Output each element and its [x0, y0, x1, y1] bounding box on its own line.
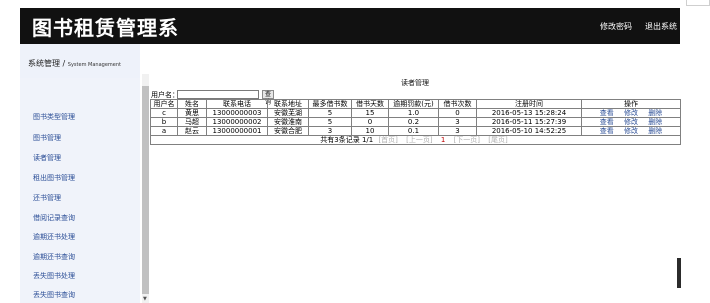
cell-max-books: 5 [308, 108, 352, 118]
column-header: 逾期罚款(元) [388, 99, 439, 109]
cell-max-books: 5 [308, 117, 352, 127]
sidebar-scrollbar[interactable]: ▼ [142, 74, 149, 303]
column-header: 操作 [581, 99, 681, 109]
column-header: 姓名 [177, 99, 207, 109]
cell-days: 15 [351, 108, 389, 118]
pager-row: 共有3条记录 1/1 [首页] [上一页] 1 [下一页] [尾页] [150, 135, 681, 145]
pager: 共有3条记录 1/1 [首页] [上一页] 1 [下一页] [尾页] [150, 135, 681, 145]
cell-reg-time: 2016-05-11 15:27:39 [476, 117, 582, 127]
delete-link[interactable]: 删除 [648, 128, 662, 135]
cell-phone: 13000000003 [206, 108, 268, 118]
cell-days: 10 [351, 126, 389, 136]
cell-count: 3 [438, 117, 477, 127]
system-management-bar: 系统管理 / System Management [20, 44, 140, 78]
app-title: 图书租赁管理系 [32, 16, 179, 40]
system-title-cn: 系统管理 / [28, 59, 66, 68]
column-header: 联系地址 [267, 99, 309, 109]
window-corner-frame [686, 0, 710, 6]
last-page-link[interactable]: [尾页] [488, 137, 507, 144]
scroll-down-icon[interactable]: ▼ [143, 296, 147, 302]
cell-days: 0 [351, 117, 389, 127]
system-title: 系统管理 / System Management [28, 58, 121, 69]
logout-link[interactable]: 退出系统 [645, 21, 677, 32]
table-row: b 马超 13000000002 安徽淮南 5 0 0.2 3 2016-05-… [150, 117, 681, 127]
edit-link[interactable]: 修改 [624, 110, 638, 117]
column-header: 最多借书数 [308, 99, 352, 109]
page-title: 读者管理 [401, 79, 429, 87]
edit-link[interactable]: 修改 [624, 128, 638, 135]
cell-actions: 查看 修改 删除 [581, 117, 681, 127]
system-title-en: System Management [67, 62, 121, 68]
cell-count: 0 [438, 108, 477, 118]
table-row: c 黄思 13000000003 安徽芜湖 5 15 1.0 0 2016-05… [150, 108, 681, 118]
cell-phone: 13000000002 [206, 117, 268, 127]
cell-count: 3 [438, 126, 477, 136]
sidebar-item-rentals[interactable]: 租出图书管理 [33, 173, 75, 183]
sidebar-item-lost-process[interactable]: 丢失图书处理 [33, 271, 75, 281]
sidebar-item-books[interactable]: 图书管理 [33, 133, 61, 143]
cell-address: 安徽合肥 [267, 126, 309, 136]
first-page-link[interactable]: [首页] [378, 137, 397, 144]
delete-link[interactable]: 删除 [648, 110, 662, 117]
cell-name: 黄思 [177, 108, 207, 118]
cell-max-books: 3 [308, 126, 352, 136]
table-row: a 赵云 13000000001 安徽合肥 3 10 0.1 3 2016-05… [150, 126, 681, 136]
sidebar-item-returns[interactable]: 还书管理 [33, 193, 61, 203]
cell-name: 马超 [177, 117, 207, 127]
view-link[interactable]: 查看 [600, 128, 614, 135]
sidebar-item-lost-query[interactable]: 丢失图书查询 [33, 290, 75, 300]
cell-fine: 0.1 [388, 126, 439, 136]
window-edge-marker [677, 258, 681, 288]
record-summary: 共有3条记录 [320, 136, 360, 144]
username-input[interactable] [177, 90, 259, 99]
column-header: 联系电话 [206, 99, 268, 109]
view-link[interactable]: 查看 [600, 110, 614, 117]
cell-phone: 13000000001 [206, 126, 268, 136]
cell-actions: 查看 修改 删除 [581, 126, 681, 136]
readers-table: 用户名 姓名 联系电话 联系地址 最多借书数 借书天数 逾期罚款(元) 借书次数… [150, 99, 681, 145]
cell-fine: 1.0 [388, 108, 439, 118]
top-header: 图书租赁管理系 修改密码 退出系统 [20, 8, 680, 44]
cell-username: a [150, 126, 178, 136]
sidebar-item-overdue-process[interactable]: 逾期还书处理 [33, 232, 75, 242]
sidebar-item-readers[interactable]: 读者管理 [33, 153, 61, 163]
current-page: 1 [440, 136, 446, 144]
sidebar-item-overdue-query[interactable]: 逾期还书查询 [33, 252, 75, 262]
delete-link[interactable]: 删除 [648, 119, 662, 126]
change-password-link[interactable]: 修改密码 [600, 21, 632, 32]
cell-address: 安徽淮南 [267, 117, 309, 127]
cell-reg-time: 2016-05-10 14:52:25 [476, 126, 582, 136]
cell-username: c [150, 108, 178, 118]
sidebar-item-borrow-records[interactable]: 借阅记录查询 [33, 213, 75, 223]
table-header-row: 用户名 姓名 联系电话 联系地址 最多借书数 借书天数 逾期罚款(元) 借书次数… [150, 99, 681, 109]
page-count: 1/1 [361, 136, 374, 144]
sidebar-item-book-types[interactable]: 图书类型管理 [33, 112, 75, 122]
query-button[interactable]: 查询 [262, 90, 275, 106]
cell-fine: 0.2 [388, 117, 439, 127]
next-page-link[interactable]: [下一页] [454, 137, 480, 144]
column-header: 注册时间 [476, 99, 582, 109]
cell-actions: 查看 修改 删除 [581, 108, 681, 118]
column-header: 借书天数 [351, 99, 389, 109]
edit-link[interactable]: 修改 [624, 119, 638, 126]
cell-address: 安徽芜湖 [267, 108, 309, 118]
cell-name: 赵云 [177, 126, 207, 136]
cell-username: b [150, 117, 178, 127]
scrollbar-thumb[interactable] [142, 86, 149, 294]
view-link[interactable]: 查看 [600, 119, 614, 126]
column-header: 借书次数 [438, 99, 477, 109]
column-header: 用户名 [150, 99, 178, 109]
cell-reg-time: 2016-05-13 15:28:24 [476, 108, 582, 118]
prev-page-link[interactable]: [上一页] [406, 137, 432, 144]
